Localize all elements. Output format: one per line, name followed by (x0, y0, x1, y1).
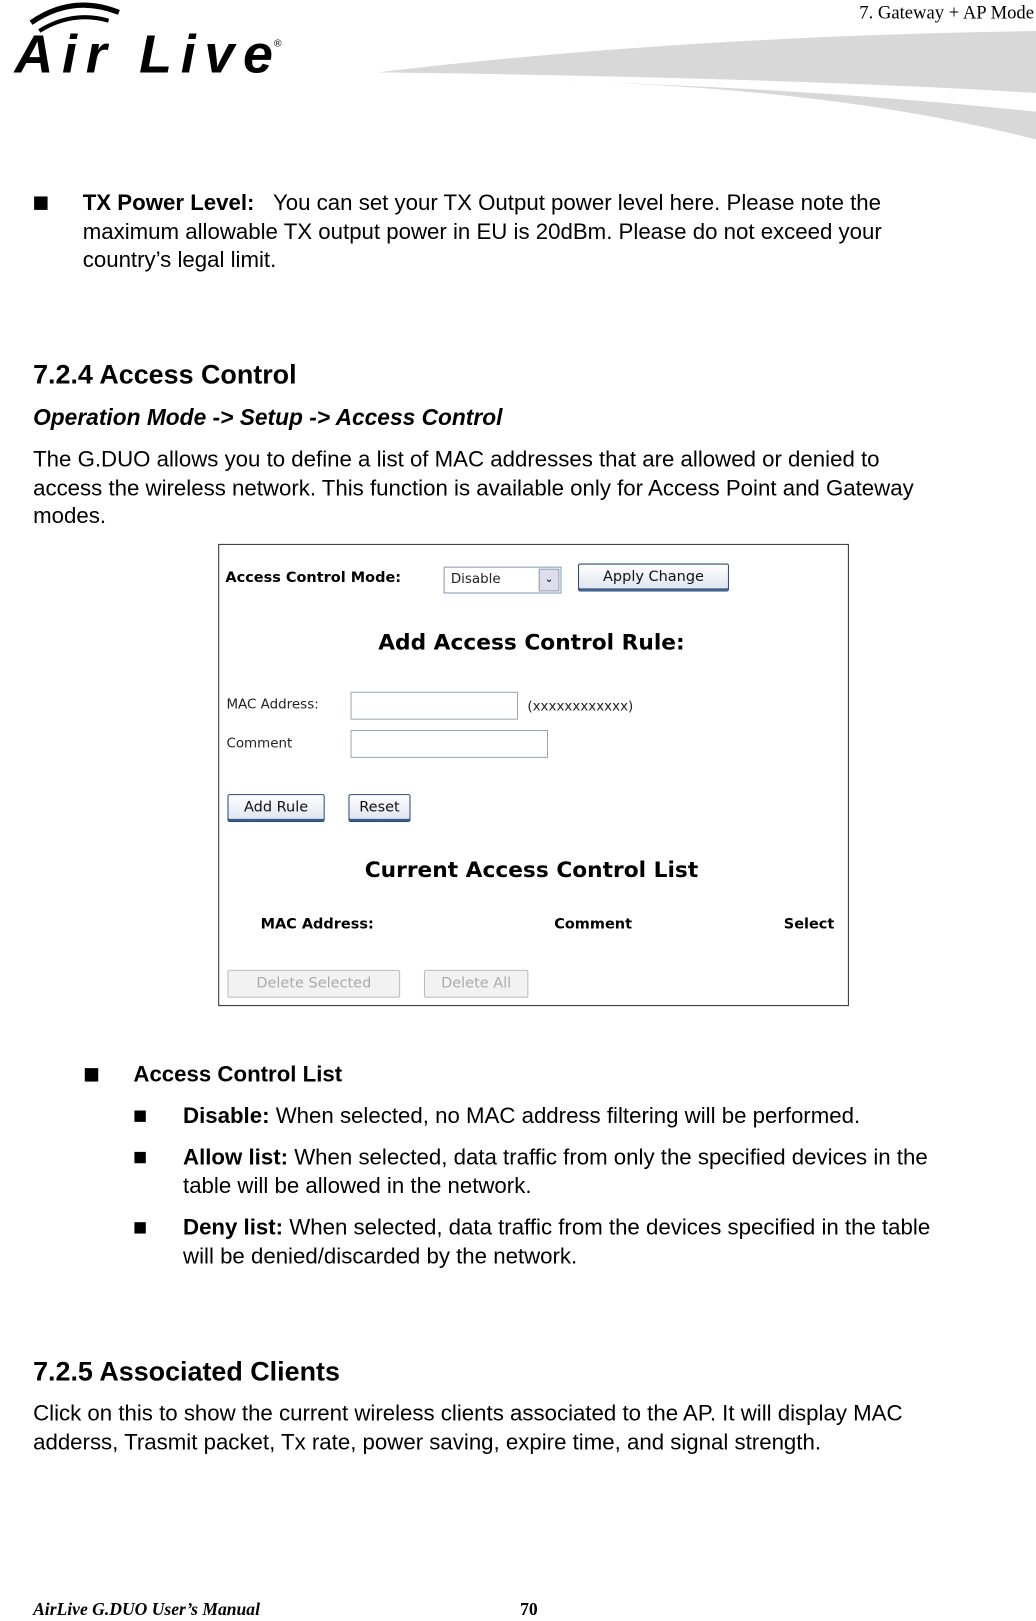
acl-item-allow: Allow list: When selected, data traffic … (183, 1144, 928, 1201)
footer-manual-title: AirLive G.DUO User’s Manual (33, 1599, 260, 1620)
apply-change-button[interactable]: Apply Change (578, 563, 729, 592)
svg-text:®: ® (274, 39, 282, 50)
acl-item-deny: Deny list: When selected, data traffic f… (183, 1214, 930, 1271)
reset-button[interactable]: Reset (348, 794, 411, 823)
comment-input[interactable] (350, 730, 549, 758)
section-725-paragraph: Click on this to show the current wirele… (33, 1400, 902, 1457)
column-comment: Comment (554, 916, 633, 933)
text-line: Click on this to show the current wirele… (33, 1401, 903, 1426)
section-724-paragraph: The G.DUO allows you to define a list of… (33, 446, 914, 531)
text-line: You can set your TX Output power level h… (272, 190, 882, 216)
section-725-title: 7.2.5 Associated Clients (33, 1355, 340, 1387)
breadcrumb: Operation Mode -> Setup -> Access Contro… (33, 404, 503, 431)
text-line: maximum allowable TX output power in EU … (82, 218, 882, 244)
delete-selected-button[interactable]: Delete Selected (227, 969, 401, 998)
column-mac-address: MAC Address: (260, 916, 374, 933)
column-select: Select (783, 916, 835, 933)
current-list-title: Current Access Control List (364, 857, 699, 883)
delete-all-button[interactable]: Delete All (423, 969, 529, 998)
chevron-down-icon[interactable]: ⌄ (538, 568, 560, 592)
svg-text:Air Live: Air Live (12, 24, 272, 82)
page-number: 70 (520, 1599, 538, 1620)
text-line: table will be allowed in the network. (183, 1173, 532, 1198)
acl-item-disable: Disable: When selected, no MAC address f… (183, 1102, 860, 1130)
comment-label: Comment (226, 736, 293, 752)
text-line: The G.DUO allows you to define a list of… (33, 446, 880, 472)
tx-power-paragraph: TX Power Level: You can set your TX Outp… (83, 189, 882, 274)
text-line: When selected, no MAC address filtering … (275, 1103, 861, 1129)
bullet-icon (134, 1222, 146, 1234)
text-line: country’s legal limit. (82, 247, 277, 272)
add-rule-title: Add Access Control Rule: (378, 629, 685, 655)
text-line: access the wireless network. This functi… (33, 475, 914, 500)
tx-power-label: TX Power Level: (82, 190, 255, 216)
acl-title: Access Control List (133, 1061, 343, 1087)
mac-address-input[interactable] (350, 691, 519, 720)
bullet-icon (84, 1068, 99, 1082)
mode-select[interactable]: Disable ⌄ (443, 566, 562, 594)
bullet-icon (34, 196, 48, 210)
text-line: will be denied/discarded by the network. (183, 1243, 578, 1269)
add-rule-button[interactable]: Add Rule (227, 794, 325, 823)
mac-address-label: MAC Address: (226, 696, 319, 713)
acl-term: Allow list: (183, 1144, 289, 1170)
access-control-screenshot: Access Control Mode: Disable ⌄ Apply Cha… (218, 543, 849, 1007)
header-swoosh (377, 31, 1036, 140)
bullet-icon (134, 1151, 146, 1164)
acl-term: Disable: (183, 1103, 270, 1129)
acl-term: Deny list: (183, 1214, 284, 1240)
text-line: When selected, data traffic from the dev… (289, 1214, 931, 1240)
text-line: adderss, Trasmit packet, Tx rate, power … (33, 1429, 822, 1455)
section-724-title: 7.2.4 Access Control (33, 358, 297, 390)
chapter-header: 7. Gateway + AP Mode (859, 2, 1034, 23)
manual-page: 7. Gateway + AP Mode Air Live ® TX Power… (0, 0, 1036, 1621)
text-line: When selected, data traffic from only th… (294, 1144, 928, 1170)
airlive-logo: Air Live ® (12, 2, 282, 83)
text-line: modes. (33, 503, 107, 529)
mode-label: Access Control Mode: (225, 569, 402, 587)
mac-format-hint: (xxxxxxxxxxxx) (527, 698, 634, 715)
mode-select-value: Disable (450, 571, 501, 588)
bullet-icon (134, 1110, 146, 1122)
